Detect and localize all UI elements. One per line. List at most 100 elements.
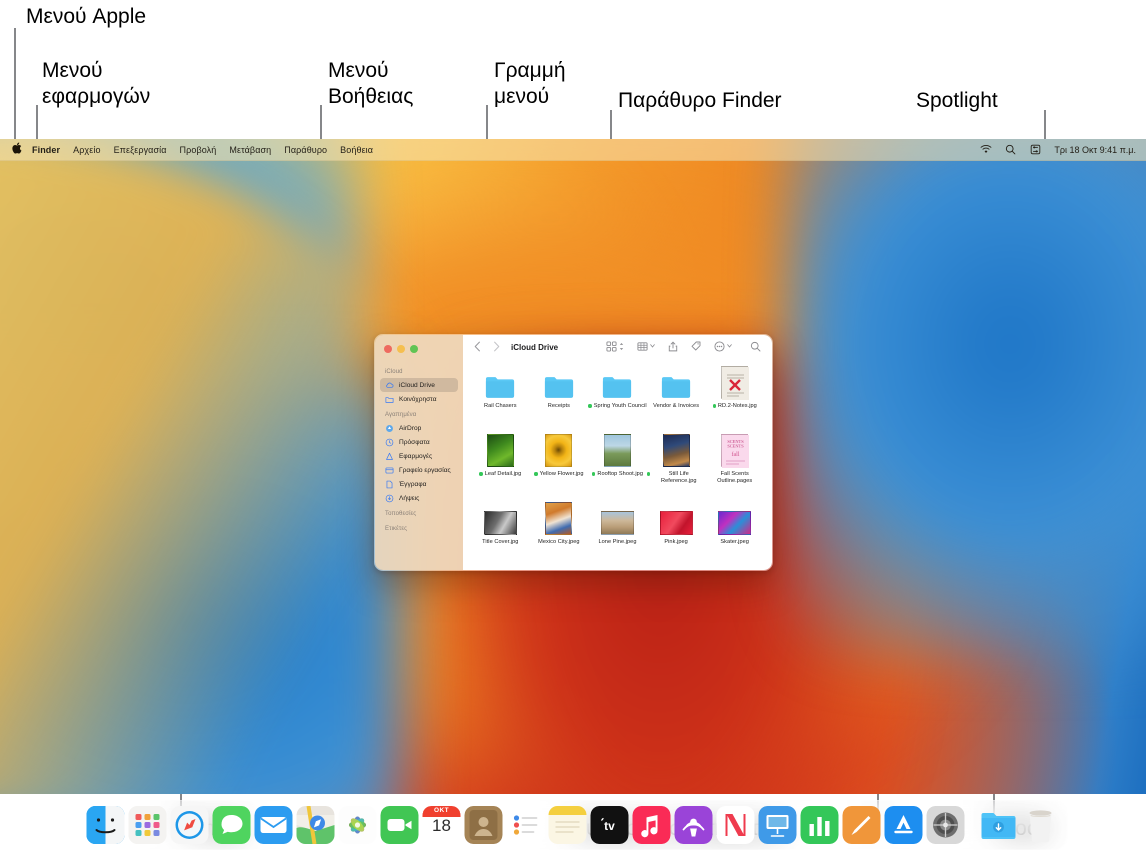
dock-separator — [971, 806, 973, 844]
sidebar-item-icloud-drive[interactable]: iCloud Drive — [380, 378, 458, 392]
sidebar-item-desktop[interactable]: Γραφείο εργασίας — [380, 463, 458, 477]
dock-item-news[interactable] — [716, 806, 755, 844]
dock-item-maps[interactable] — [296, 806, 335, 844]
callout-menu-bar: Γραμμή μενού — [494, 59, 566, 109]
image-thumbnail — [718, 502, 752, 535]
dock-item-notes[interactable] — [548, 806, 587, 844]
share-button[interactable] — [668, 341, 678, 354]
more-actions-button[interactable] — [714, 340, 732, 354]
screenshot-root: Μενού Apple Μενού εφαρμογών Μενού Βοήθει… — [0, 0, 1146, 854]
dock-item-podcasts[interactable] — [674, 806, 713, 844]
wifi-icon[interactable] — [979, 143, 992, 156]
finder-toolbar[interactable]: iCloud Drive — [463, 335, 772, 360]
file-item[interactable]: Spring Youth Council — [588, 366, 647, 434]
menu-bar[interactable]: Finder Αρχείο Επεξεργασία Προβολή Μετάβα… — [0, 139, 1146, 161]
file-name-with-badge: Rooftop Shoot.jpg — [591, 471, 643, 478]
file-name-with-badge: Spring Youth Council — [588, 403, 647, 410]
folder-icon — [660, 366, 693, 399]
file-item[interactable]: Receipts — [530, 366, 589, 434]
close-button[interactable] — [384, 345, 392, 353]
finder-window[interactable]: iCloud iCloud Drive Κοινόχρηστα Αγαπημέν… — [374, 334, 773, 571]
minimize-button[interactable] — [397, 345, 405, 353]
dock-item-photos[interactable] — [338, 806, 377, 844]
window-traffic-lights[interactable] — [375, 343, 463, 363]
dock-item-facetime[interactable] — [380, 806, 419, 844]
sidebar-header-locations: Τοποθεσίες — [385, 511, 417, 517]
group-by-button[interactable] — [637, 341, 655, 354]
wallpaper-blue-right — [786, 139, 1146, 659]
dock-item-contacts[interactable] — [464, 806, 503, 844]
zoom-button[interactable] — [410, 345, 418, 353]
file-item[interactable]: Skater.jpeg — [705, 502, 764, 570]
documents-icon — [385, 480, 394, 489]
menu-bar-clock[interactable]: Τρι 18 Οκτ 9:41 π.μ. — [1054, 145, 1136, 155]
file-item[interactable]: Mexico City.jpeg — [530, 502, 589, 570]
menu-item-view[interactable]: Προβολή — [180, 145, 217, 155]
back-chevron-left-icon[interactable] — [474, 341, 481, 354]
finder-file-grid[interactable]: Rail Chasers Receipts Spring Youth Counc… — [463, 360, 772, 570]
view-switcher-button[interactable] — [606, 340, 624, 354]
image-thumbnail — [484, 434, 517, 467]
menu-item-file[interactable]: Αρχείο — [73, 145, 100, 155]
file-name: Vendor & Invoices — [653, 403, 700, 409]
more-ellipsis-icon — [714, 340, 725, 354]
control-center-icon[interactable] — [1029, 143, 1042, 156]
file-item[interactable]: Pink.jpeg — [647, 502, 706, 570]
finder-sidebar[interactable]: iCloud iCloud Drive Κοινόχρηστα Αγαπημέν… — [375, 335, 463, 570]
file-item[interactable]: Vendor & Invoices — [647, 366, 706, 434]
menu-item-finder[interactable]: Finder — [32, 145, 60, 155]
menu-item-edit[interactable]: Επεξεργασία — [114, 145, 167, 155]
file-item[interactable]: SCENTS SCENTS fall Fall Scents Outline.pag… — [705, 434, 764, 502]
file-item[interactable]: Rooftop Shoot.jpg — [588, 434, 647, 502]
sidebar-item-downloads[interactable]: Λήψεις — [380, 491, 458, 505]
callout-finder-window: Παράθυρο Finder — [618, 89, 782, 112]
file-item[interactable]: Lone Pine.jpeg — [588, 502, 647, 570]
dock-item-mail[interactable] — [254, 806, 293, 844]
dock-item-downloads-stack[interactable] — [980, 806, 1018, 844]
desktop-icon — [385, 466, 394, 475]
dock-item-app-store[interactable] — [884, 806, 923, 844]
sidebar-item-applications[interactable]: Εφαρμογές — [380, 449, 458, 463]
file-item[interactable]: Yellow Flower.jpg — [530, 434, 589, 502]
finder-window-title: iCloud Drive — [511, 342, 559, 352]
file-item[interactable]: Still Life Reference.jpg — [646, 434, 706, 502]
sidebar-label: Γραφείο εργασίας — [399, 466, 451, 474]
menu-item-window[interactable]: Παράθυρο — [284, 145, 327, 155]
dock-item-calendar[interactable]: ΟΚΤ 18 — [422, 806, 461, 844]
file-item[interactable]: Rail Chasers — [471, 366, 530, 434]
dock-item-music[interactable] — [632, 806, 671, 844]
sidebar-label: Εφαρμογές — [399, 452, 433, 460]
menu-item-go[interactable]: Μετάβαση — [229, 145, 271, 155]
finder-content-pane: iCloud Drive Rail Chasers Receipts Sprin… — [463, 335, 772, 570]
sidebar-item-recents[interactable]: Πρόσφατα — [380, 435, 458, 449]
dock-item-keynote[interactable] — [758, 806, 797, 844]
forward-chevron-right-icon[interactable] — [493, 341, 500, 354]
finder-search-button[interactable] — [750, 341, 761, 354]
tag-button[interactable] — [691, 341, 701, 353]
spotlight-search-icon[interactable] — [1004, 143, 1017, 156]
file-item[interactable]: RD.2-Notes.jpg — [705, 366, 764, 434]
file-item[interactable]: Title Cover.jpg — [471, 502, 530, 570]
dock-item-safari[interactable] — [170, 806, 209, 844]
dock-item-finder[interactable] — [86, 806, 125, 844]
sidebar-item-airdrop[interactable]: AirDrop — [380, 421, 458, 435]
dock[interactable]: ΟΚΤ 18 tv — [78, 800, 1068, 850]
sidebar-item-shared[interactable]: Κοινόχρηστα — [380, 392, 458, 406]
dock-item-reminders[interactable] — [506, 806, 545, 844]
file-name: Still Life Reference.jpg — [661, 471, 697, 484]
search-icon — [750, 341, 761, 354]
dock-item-launchpad[interactable] — [128, 806, 167, 844]
finder-nav-buttons[interactable] — [474, 341, 500, 354]
apple-logo-icon[interactable] — [12, 142, 22, 157]
file-item[interactable]: Leaf Detail.jpg — [471, 434, 530, 502]
sidebar-item-documents[interactable]: Έγγραφα — [380, 477, 458, 491]
dock-item-messages[interactable] — [212, 806, 251, 844]
svg-text:SCENTS: SCENTS — [728, 444, 745, 449]
dock-item-numbers[interactable] — [800, 806, 839, 844]
calendar-month-label: ΟΚΤ — [434, 807, 449, 814]
menu-item-help[interactable]: Βοήθεια — [340, 145, 373, 155]
dock-item-trash[interactable] — [1022, 806, 1060, 844]
dock-item-appletv[interactable]: tv — [590, 806, 629, 844]
dock-item-pages[interactable] — [842, 806, 881, 844]
dock-item-system-settings[interactable] — [926, 806, 965, 844]
